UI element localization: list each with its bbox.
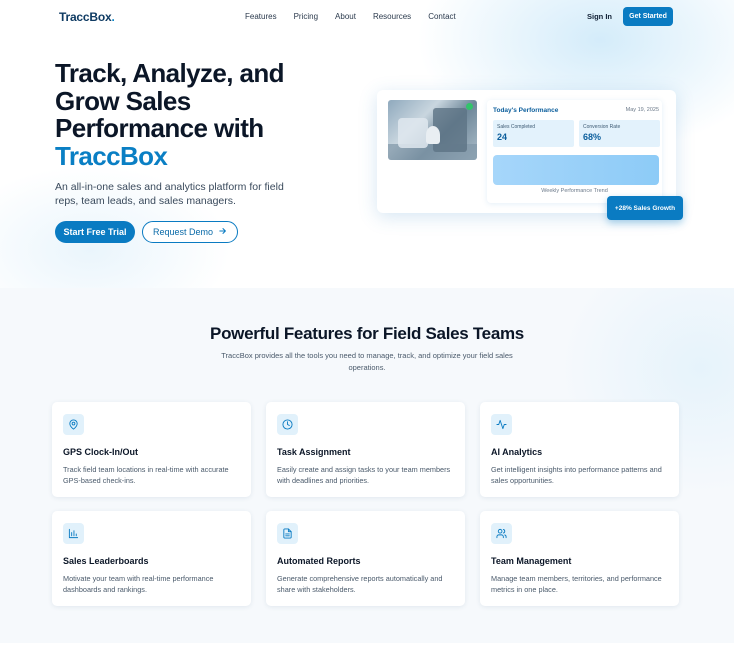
page-bottom [0, 643, 734, 653]
logo-text: TraccBox [59, 10, 112, 24]
hero-subtitle: An all-in-one sales and analytics platfo… [55, 181, 284, 207]
feature-card-reports: Automated Reports Generate comprehensive… [266, 511, 465, 606]
feature-title: Task Assignment [277, 447, 351, 457]
nav-link-about[interactable]: About [335, 12, 356, 21]
feature-description: Get intelligent insights into performanc… [491, 465, 662, 485]
feature-card-ai: AI Analytics Get intelligent insights in… [480, 402, 679, 497]
feature-description: Track field team locations in real-time … [63, 465, 229, 485]
performance-date: May 19, 2025 [625, 107, 659, 113]
start-free-trial-button[interactable]: Start Free Trial [55, 221, 135, 243]
feature-title: Team Management [491, 556, 572, 566]
feature-description: Motivate your team with real-time perfor… [63, 574, 214, 594]
weekly-trend-chart [493, 155, 659, 185]
feature-title: GPS Clock-In/Out [63, 447, 139, 457]
nav-link-contact[interactable]: Contact [428, 12, 456, 21]
stat-label: Sales Completed [497, 124, 536, 130]
dashboard-preview: Today's Performance May 19, 2025 Sales C… [377, 90, 676, 213]
performance-title: Today's Performance [493, 107, 559, 114]
clock-icon [277, 414, 298, 435]
feature-description: Easily create and assign tasks to your t… [277, 465, 451, 485]
request-demo-button[interactable]: Request Demo [142, 221, 238, 243]
feature-card-task: Task Assignment Easily create and assign… [266, 402, 465, 497]
weekly-trend-label: Weekly Performance Trend [541, 188, 608, 194]
main-nav: Features Pricing About Resources Contact [245, 12, 473, 21]
feature-description: Generate comprehensive reports automatic… [277, 574, 443, 594]
logo-dot: . [111, 10, 115, 24]
performance-panel: Today's Performance May 19, 2025 Sales C… [487, 100, 662, 203]
feature-title: Automated Reports [277, 556, 361, 566]
stat-conversion-rate: Conversion Rate 68% [579, 120, 660, 147]
sign-in-link[interactable]: Sign In [587, 12, 612, 21]
stat-sales-completed: Sales Completed 24 [493, 120, 574, 147]
feature-card-leaderboards: Sales Leaderboards Motivate your team wi… [52, 511, 251, 606]
hero-title-brand: TraccBox [55, 140, 168, 171]
arrow-right-icon [219, 227, 227, 237]
nav-link-pricing[interactable]: Pricing [294, 12, 318, 21]
landing-page: TraccBox. Features Pricing About Resourc… [0, 0, 734, 653]
get-started-button[interactable]: Get Started [623, 7, 673, 26]
sales-growth-badge: +28% Sales Growth [607, 196, 683, 220]
users-icon [491, 523, 512, 544]
feature-card-gps: GPS Clock-In/Out Track field team locati… [52, 402, 251, 497]
features-title: Powerful Features for Field Sales Teams [210, 324, 524, 343]
file-text-icon [277, 523, 298, 544]
nav-link-resources[interactable]: Resources [373, 12, 411, 21]
feature-title: AI Analytics [491, 447, 543, 457]
map-pin-icon [63, 414, 84, 435]
stat-value: 24 [497, 132, 508, 142]
logo[interactable]: TraccBox. [59, 10, 115, 24]
activity-icon [491, 414, 512, 435]
nav-link-features[interactable]: Features [245, 12, 277, 21]
feature-description: Manage team members, territories, and pe… [491, 574, 662, 594]
stat-value: 68% [583, 132, 602, 142]
status-dot [466, 103, 473, 110]
bar-chart-icon [63, 523, 84, 544]
features-subtitle: TraccBox provides all the tools you need… [221, 351, 513, 372]
warehouse-photo [388, 100, 477, 160]
request-demo-label: Request Demo [152, 227, 214, 237]
hero-title: Track, Analyze, and Grow Sales Performan… [55, 58, 345, 171]
feature-card-team: Team Management Manage team members, ter… [480, 511, 679, 606]
hero-title-text: Track, Analyze, and Grow Sales Performan… [55, 58, 285, 143]
feature-title: Sales Leaderboards [63, 556, 149, 566]
stat-label: Conversion Rate [583, 124, 621, 130]
